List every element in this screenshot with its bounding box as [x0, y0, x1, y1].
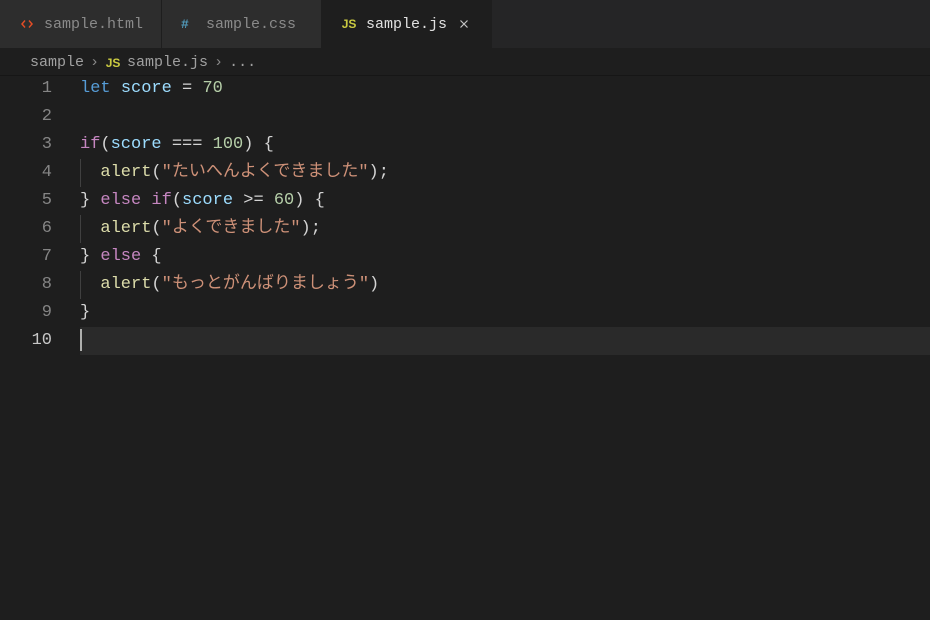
code-line[interactable]: alert("もっとがんばりましょう") [80, 271, 930, 299]
js-icon: JS [340, 15, 358, 33]
breadcrumb-file[interactable]: sample.js [127, 54, 208, 71]
token: let [80, 79, 121, 98]
token [80, 163, 100, 182]
token: 60 [274, 191, 294, 210]
token: else if [100, 191, 171, 210]
tab-sample-js[interactable]: JS sample.js [322, 0, 492, 48]
token: if [80, 135, 100, 154]
token [141, 247, 151, 266]
line-number: 8 [0, 271, 52, 299]
token: "たいへんよくできました" [162, 163, 369, 182]
token: ) [243, 135, 253, 154]
code-line[interactable] [80, 327, 930, 355]
code-line[interactable]: if(score === 100) { [80, 131, 930, 159]
token [233, 191, 243, 210]
tab-label: sample.js [366, 16, 447, 33]
token: ( [151, 163, 161, 182]
text-cursor [80, 329, 82, 351]
token: { [315, 191, 325, 210]
token: { [264, 135, 274, 154]
token [162, 135, 172, 154]
breadcrumb-folder[interactable]: sample [30, 54, 84, 71]
js-icon: JS [105, 55, 121, 71]
line-number: 7 [0, 243, 52, 271]
code-line[interactable]: } [80, 299, 930, 327]
token: alert [100, 163, 151, 182]
token: score [121, 79, 172, 98]
line-number: 5 [0, 187, 52, 215]
code-area[interactable]: let score = 70if(score === 100) { alert(… [80, 75, 930, 355]
chevron-right-icon: › [90, 54, 99, 71]
breadcrumb-symbol[interactable]: ... [229, 54, 256, 71]
token: 100 [213, 135, 244, 154]
token: ( [172, 191, 182, 210]
line-number: 10 [0, 327, 52, 355]
token: === [172, 135, 203, 154]
token [202, 135, 212, 154]
token [264, 191, 274, 210]
token [80, 219, 100, 238]
code-editor[interactable]: 12345678910 let score = 70if(score === 1… [0, 75, 930, 355]
chevron-right-icon: › [214, 54, 223, 71]
token: ( [151, 275, 161, 294]
token: alert [100, 275, 151, 294]
html-icon [18, 15, 36, 33]
line-number: 2 [0, 103, 52, 131]
token [90, 191, 100, 210]
code-line[interactable] [80, 103, 930, 131]
tab-label: sample.css [206, 16, 296, 33]
line-number: 3 [0, 131, 52, 159]
code-line[interactable]: alert("たいへんよくできました"); [80, 159, 930, 187]
close-icon[interactable] [455, 15, 473, 33]
line-number: 4 [0, 159, 52, 187]
indent-guide [80, 215, 81, 243]
tab-sample-html[interactable]: sample.html [0, 0, 162, 48]
line-number: 1 [0, 75, 52, 103]
code-line[interactable]: } else if(score >= 60) { [80, 187, 930, 215]
svg-text:#: # [181, 17, 189, 32]
line-number: 9 [0, 299, 52, 327]
token [304, 191, 314, 210]
token: = [182, 79, 192, 98]
tab-bar: sample.html # sample.css JS sample.js [0, 0, 930, 48]
token: alert [100, 219, 151, 238]
token: else [100, 247, 141, 266]
token: ; [379, 163, 389, 182]
token: ) [294, 191, 304, 210]
token [172, 79, 182, 98]
code-line[interactable]: alert("よくできました"); [80, 215, 930, 243]
token: } [80, 247, 90, 266]
token [90, 247, 100, 266]
breadcrumb[interactable]: sample › JS sample.js › ... [0, 48, 930, 75]
token: >= [243, 191, 263, 210]
token: "もっとがんばりましょう" [162, 275, 369, 294]
token: ) [369, 163, 379, 182]
token [192, 79, 202, 98]
token: ; [311, 219, 321, 238]
token: ) [369, 275, 379, 294]
code-line[interactable]: let score = 70 [80, 75, 930, 103]
token [80, 275, 100, 294]
css-icon: # [180, 15, 198, 33]
token: ) [301, 219, 311, 238]
token [253, 135, 263, 154]
token: "よくできました" [162, 219, 301, 238]
token: 70 [202, 79, 222, 98]
token: score [111, 135, 162, 154]
token: { [151, 247, 161, 266]
indent-guide [80, 159, 81, 187]
tab-label: sample.html [44, 16, 143, 33]
token: score [182, 191, 233, 210]
token: } [80, 191, 90, 210]
token: } [80, 303, 90, 322]
line-number-gutter: 12345678910 [0, 75, 80, 355]
indent-guide [80, 271, 81, 299]
tab-sample-css[interactable]: # sample.css [162, 0, 322, 48]
token: ( [100, 135, 110, 154]
line-number: 6 [0, 215, 52, 243]
token: ( [151, 219, 161, 238]
code-line[interactable]: } else { [80, 243, 930, 271]
